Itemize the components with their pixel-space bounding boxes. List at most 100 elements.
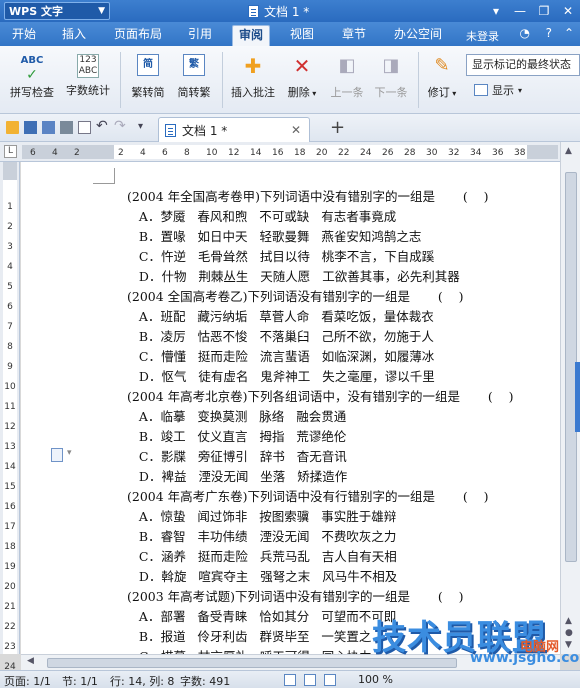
document-line: A．临摹 变换莫测 脉络 融会贯通: [127, 409, 347, 424]
ruler-track[interactable]: 6 4 2 2 4 6 8 10 12 14 16 18 20 22 24 26 28 30 32 34 36 38: [22, 145, 558, 159]
status-section: 节: 1/1: [62, 675, 98, 688]
chevron-down-icon: ▼: [98, 6, 105, 16]
tab-page-layout[interactable]: 页面布局: [108, 25, 168, 46]
to-traditional-button[interactable]: 繁 简转繁: [172, 54, 216, 100]
vertical-ruler-tick-label: 15: [4, 482, 16, 492]
vertical-ruler-tick-label: 5: [7, 282, 13, 292]
login-link[interactable]: 未登录: [466, 28, 499, 44]
outline-view-icon[interactable]: [304, 674, 316, 686]
ruler-tick-label: 18: [294, 148, 306, 158]
tab-review[interactable]: 审阅: [232, 25, 271, 46]
wps-logo-menu[interactable]: WPS 文字 ▼: [4, 2, 110, 20]
vertical-ruler-tick-label: 19: [4, 562, 16, 572]
redo-icon[interactable]: ↷: [114, 118, 126, 134]
insert-comment-button[interactable]: ✚ 插入批注: [226, 54, 280, 100]
scroll-left-icon[interactable]: ◀: [27, 656, 34, 666]
document-line: A．惊蛰 闻过饰非 按图索骥 事实胜于雄辩: [127, 509, 397, 524]
document-line: D．什物 荆棘丛生 天随人愿 工欲善其事，必先利其器: [127, 269, 460, 284]
help-icon[interactable]: ?: [546, 26, 552, 40]
to-traditional-icon: 繁: [180, 54, 208, 80]
vertical-ruler-tick-label: 10: [4, 382, 16, 392]
track-changes-label: 修订: [427, 86, 450, 99]
document-tab[interactable]: 文档 1 * ✕: [158, 117, 310, 142]
next-comment-icon: ◨: [382, 55, 400, 76]
next-page-icon[interactable]: ▼: [565, 640, 572, 650]
close-button[interactable]: ✕: [556, 0, 580, 22]
prev-comment-icon: ◧: [338, 55, 356, 76]
next-comment-button[interactable]: ◨ 下一条: [370, 54, 412, 100]
document-line: (2003 年高考试题)下列词语中没有错别字的一组是 ( ): [127, 589, 464, 604]
ruler-tick-label: 34: [470, 148, 482, 158]
to-simplified-icon-glyph: 简: [137, 54, 159, 76]
tab-chapter[interactable]: 章节: [336, 25, 372, 46]
tab-stop-selector[interactable]: L: [4, 145, 17, 158]
undo-icon[interactable]: ↶: [96, 118, 108, 134]
vertical-ruler-tick-label: 16: [4, 502, 16, 512]
status-bar: 页面: 1/1 节: 1/1 行: 14, 列: 8 字数: 491 100 %: [0, 670, 580, 688]
web-view-icon[interactable]: [324, 674, 336, 686]
restore-button[interactable]: ❐: [532, 0, 556, 22]
document-line: (2004 年高考广东卷)下列词语中没有行错别字的一组是 ( ): [127, 489, 489, 504]
user-icon[interactable]: ◔: [520, 26, 530, 40]
show-markup-label: 显示: [492, 84, 514, 97]
page-view-icon[interactable]: [284, 674, 296, 686]
ruler-tick-label: 6: [30, 148, 36, 158]
document-page[interactable]: (2004 年全国高考卷甲)下列词语中没有错别字的一组是 ( ) A．梦魇 春风…: [21, 162, 560, 654]
vertical-ruler-tick-label: 13: [4, 442, 16, 452]
document-line: A．部署 备受青睐 恰如其分 可望而不可即: [127, 609, 397, 624]
status-char-count[interactable]: 字数: 491: [180, 673, 230, 688]
new-tab-icon[interactable]: +: [330, 117, 345, 138]
document-icon: [165, 123, 176, 137]
page-corner-mark: [93, 168, 115, 184]
delete-comment-icon: ✕: [293, 54, 311, 78]
document-line: C．影牒 旁征博引 辞书 杳无音讯: [127, 449, 347, 464]
wordcount-button[interactable]: 123 ABC 字数统计: [62, 54, 114, 98]
vertical-ruler-tick-label: 22: [4, 622, 16, 632]
document-canvas[interactable]: (2004 年全国高考卷甲)下列词语中没有错别字的一组是 ( ) A．梦魇 春风…: [21, 162, 560, 654]
select-browse-icon[interactable]: ●: [565, 628, 573, 638]
save-icon[interactable]: [24, 121, 37, 134]
minimize-button[interactable]: —: [508, 0, 532, 22]
ruler-tick-label: 38: [514, 148, 526, 158]
tab-office-space[interactable]: 办公空间: [388, 25, 448, 46]
track-changes-button[interactable]: ✎ 修订 ▾: [422, 54, 462, 100]
tab-references[interactable]: 引用: [182, 25, 218, 46]
paragraph-layout-icon[interactable]: [51, 448, 72, 462]
zoom-level[interactable]: 100 %: [358, 673, 393, 686]
to-simplified-button[interactable]: 简 繁转简: [126, 54, 170, 100]
ruler-tick-label: 16: [272, 148, 284, 158]
scroll-up-icon[interactable]: ▲: [565, 146, 572, 156]
tab-home[interactable]: 开始: [6, 25, 42, 46]
skin-icon[interactable]: ▾: [484, 0, 508, 22]
spellcheck-button[interactable]: ABC ✓ 拼写检查: [6, 54, 58, 100]
chevron-down-icon: ▾: [518, 85, 523, 95]
close-tab-icon[interactable]: ✕: [291, 123, 301, 137]
prev-page-icon[interactable]: ▲: [565, 616, 572, 626]
prev-comment-button[interactable]: ◧ 上一条: [326, 54, 368, 100]
ribbon-separator: [222, 52, 223, 108]
document-line: D．裨益 湮没无闻 坐落 矫揉造作: [127, 469, 348, 484]
horizontal-scrollbar[interactable]: ◀: [21, 654, 560, 670]
document-line: D．怄气 徒有虚名 鬼斧神工 失之毫厘，谬以千里: [127, 369, 435, 384]
output-pdf-icon[interactable]: [42, 121, 55, 134]
insert-comment-label: 插入批注: [231, 86, 275, 99]
markup-mode-select[interactable]: 显示标记的最终状态: [466, 54, 580, 76]
horizontal-scroll-thumb[interactable]: [47, 658, 457, 668]
tab-insert[interactable]: 插入: [56, 25, 92, 46]
tab-view[interactable]: 视图: [284, 25, 320, 46]
show-markup-button[interactable]: 显示 ▾: [474, 82, 522, 98]
delete-comment-button[interactable]: ✕ 删除 ▾: [282, 54, 322, 100]
document-icon: [248, 5, 259, 18]
customize-toolbar-icon[interactable]: ▾: [138, 121, 143, 132]
spellcheck-icon-label: ABC: [20, 55, 44, 66]
collapse-ribbon-icon[interactable]: ⌃: [564, 26, 574, 40]
open-folder-icon[interactable]: [6, 121, 19, 134]
track-changes-icon: ✎: [434, 55, 450, 76]
wordcount-label: 字数统计: [66, 84, 110, 97]
vertical-ruler-tick-label: 20: [4, 582, 16, 592]
window-title-text: 文档 1 *: [264, 5, 310, 19]
vertical-ruler-track[interactable]: 1 2 3 4 5 6 7 8 9 10 11 12 13 14 15 16 17 18 19 20 21 22 23 24: [3, 162, 17, 672]
print-preview-icon[interactable]: [78, 121, 91, 134]
print-icon[interactable]: [60, 121, 73, 134]
vertical-scrollbar[interactable]: ▲ ▲ ● ▼: [560, 142, 580, 654]
